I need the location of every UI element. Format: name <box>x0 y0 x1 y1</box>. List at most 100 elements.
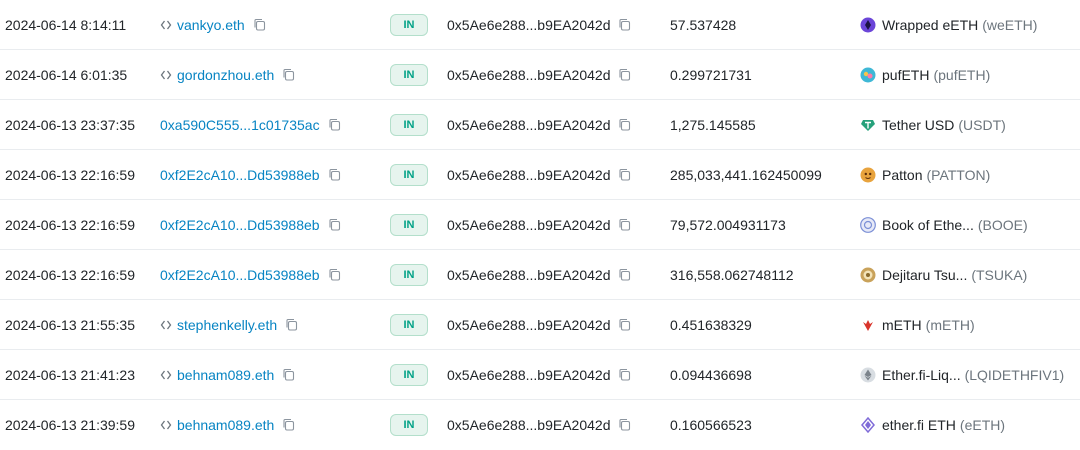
tsuka-icon <box>860 267 876 283</box>
token-cell[interactable]: Ether.fi-Liq... (LQIDETHFIV1) <box>860 350 1064 399</box>
copy-icon[interactable] <box>618 318 631 331</box>
token-symbol: (TSUKA) <box>971 266 1028 283</box>
token-cell[interactable]: ether.fi ETH (eETH) <box>860 400 1005 449</box>
ens-name-icon <box>160 319 172 331</box>
amount: 0.451638329 <box>670 316 752 333</box>
usdt-icon <box>860 117 876 133</box>
copy-icon[interactable] <box>618 218 631 231</box>
token-symbol: (BOOE) <box>977 216 1028 233</box>
token-name[interactable]: Tether USD <box>882 117 954 133</box>
timestamp: 2024-06-13 22:16:59 <box>5 266 135 283</box>
timestamp: 2024-06-13 21:39:59 <box>5 416 135 433</box>
token-symbol: (mETH) <box>925 316 975 333</box>
copy-icon[interactable] <box>328 218 341 231</box>
from-address-link[interactable]: 0xf2E2cA10...Dd53988eb <box>160 217 320 233</box>
timestamp: 2024-06-13 21:41:23 <box>5 366 135 383</box>
token-name[interactable]: Patton <box>882 167 922 183</box>
table-row: 2024-06-13 21:55:35 stephenkelly.eth IN 0x5… <box>0 300 1080 350</box>
from-address-cell: 0xf2E2cA10...Dd53988eb <box>160 250 341 299</box>
to-address-cell: 0x5Ae6e288...b9EA2042d <box>447 100 631 149</box>
direction-cell: IN <box>390 150 428 199</box>
from-address-cell: stephenkelly.eth <box>160 300 298 349</box>
amount: 57.537428 <box>670 16 737 33</box>
token-name[interactable]: mETH <box>882 317 922 333</box>
direction-cell: IN <box>390 250 428 299</box>
to-address: 0x5Ae6e288...b9EA2042d <box>447 316 611 333</box>
token-cell[interactable]: Wrapped eETH (weETH) <box>860 0 1037 49</box>
from-address-link[interactable]: gordonzhou.eth <box>177 67 274 83</box>
copy-icon[interactable] <box>328 268 341 281</box>
to-address: 0x5Ae6e288...b9EA2042d <box>447 416 611 433</box>
copy-icon[interactable] <box>618 418 631 431</box>
copy-icon[interactable] <box>618 68 631 81</box>
direction-badge: IN <box>390 213 428 236</box>
copy-icon[interactable] <box>253 18 266 31</box>
direction-cell: IN <box>390 400 428 449</box>
copy-icon[interactable] <box>282 418 295 431</box>
copy-icon[interactable] <box>618 268 631 281</box>
direction-badge: IN <box>390 313 428 336</box>
token-name[interactable]: Book of Ethe... <box>882 217 974 233</box>
token-cell[interactable]: Book of Ethe... (BOOE) <box>860 200 1028 249</box>
amount: 79,572.004931173 <box>670 216 786 233</box>
token-name[interactable]: Dejitaru Tsu... <box>882 267 967 283</box>
copy-icon[interactable] <box>285 318 298 331</box>
eeth-icon <box>860 416 876 433</box>
from-address-cell: 0xf2E2cA10...Dd53988eb <box>160 150 341 199</box>
amount: 0.094436698 <box>670 366 752 383</box>
direction-badge: IN <box>390 63 428 86</box>
from-address-link[interactable]: 0xf2E2cA10...Dd53988eb <box>160 167 320 183</box>
weeth-icon <box>860 17 876 33</box>
token-name[interactable]: Wrapped eETH <box>882 17 978 33</box>
from-address-link[interactable]: vankyo.eth <box>177 17 245 33</box>
token-name[interactable]: pufETH <box>882 67 929 83</box>
token-cell[interactable]: mETH (mETH) <box>860 300 975 349</box>
token-cell[interactable]: Dejitaru Tsu... (TSUKA) <box>860 250 1027 299</box>
direction-badge: IN <box>390 13 428 36</box>
amount: 0.160566523 <box>670 416 752 433</box>
from-address-cell: vankyo.eth <box>160 0 266 49</box>
to-address-cell: 0x5Ae6e288...b9EA2042d <box>447 300 631 349</box>
token-symbol: (PATTON) <box>926 166 991 183</box>
token-symbol: (eETH) <box>959 416 1006 433</box>
copy-icon[interactable] <box>282 368 295 381</box>
token-cell[interactable]: Patton (PATTON) <box>860 150 990 199</box>
meth-icon <box>860 317 876 333</box>
copy-icon[interactable] <box>282 68 295 81</box>
copy-icon[interactable] <box>618 18 631 31</box>
from-address-link[interactable]: behnam089.eth <box>177 417 274 433</box>
copy-icon[interactable] <box>618 118 631 131</box>
token-cell[interactable]: Tether USD (USDT) <box>860 100 1006 149</box>
direction-cell: IN <box>390 350 428 399</box>
direction-cell: IN <box>390 200 428 249</box>
amount: 1,275.145585 <box>670 116 756 133</box>
from-address-link[interactable]: behnam089.eth <box>177 367 274 383</box>
to-address-cell: 0x5Ae6e288...b9EA2042d <box>447 350 631 399</box>
patton-icon <box>860 167 876 183</box>
token-cell[interactable]: pufETH (pufETH) <box>860 50 990 99</box>
to-address-cell: 0x5Ae6e288...b9EA2042d <box>447 400 631 449</box>
to-address: 0x5Ae6e288...b9EA2042d <box>447 216 611 233</box>
direction-badge: IN <box>390 263 428 286</box>
copy-icon[interactable] <box>618 168 631 181</box>
ens-name-icon <box>160 69 172 81</box>
direction-cell: IN <box>390 100 428 149</box>
to-address: 0x5Ae6e288...b9EA2042d <box>447 366 611 383</box>
token-symbol: (weETH) <box>982 16 1038 33</box>
from-address-link[interactable]: 0xa590C555...1c01735ac <box>160 117 320 133</box>
to-address-cell: 0x5Ae6e288...b9EA2042d <box>447 50 631 99</box>
from-address-cell: behnam089.eth <box>160 400 295 449</box>
from-address-link[interactable]: stephenkelly.eth <box>177 317 277 333</box>
token-name[interactable]: Ether.fi-Liq... <box>882 367 961 383</box>
timestamp: 2024-06-13 22:16:59 <box>5 216 135 233</box>
from-address-link[interactable]: 0xf2E2cA10...Dd53988eb <box>160 267 320 283</box>
token-symbol: (LQIDETHFIV1) <box>964 366 1065 383</box>
copy-icon[interactable] <box>618 368 631 381</box>
copy-icon[interactable] <box>328 168 341 181</box>
token-name[interactable]: ether.fi ETH <box>882 417 956 433</box>
from-address-cell: gordonzhou.eth <box>160 50 295 99</box>
token-symbol: (pufETH) <box>933 66 991 83</box>
copy-icon[interactable] <box>328 118 341 131</box>
timestamp: 2024-06-13 23:37:35 <box>5 116 135 133</box>
table-row: 2024-06-13 21:39:59 behnam089.eth IN 0x5Ae6… <box>0 400 1080 450</box>
